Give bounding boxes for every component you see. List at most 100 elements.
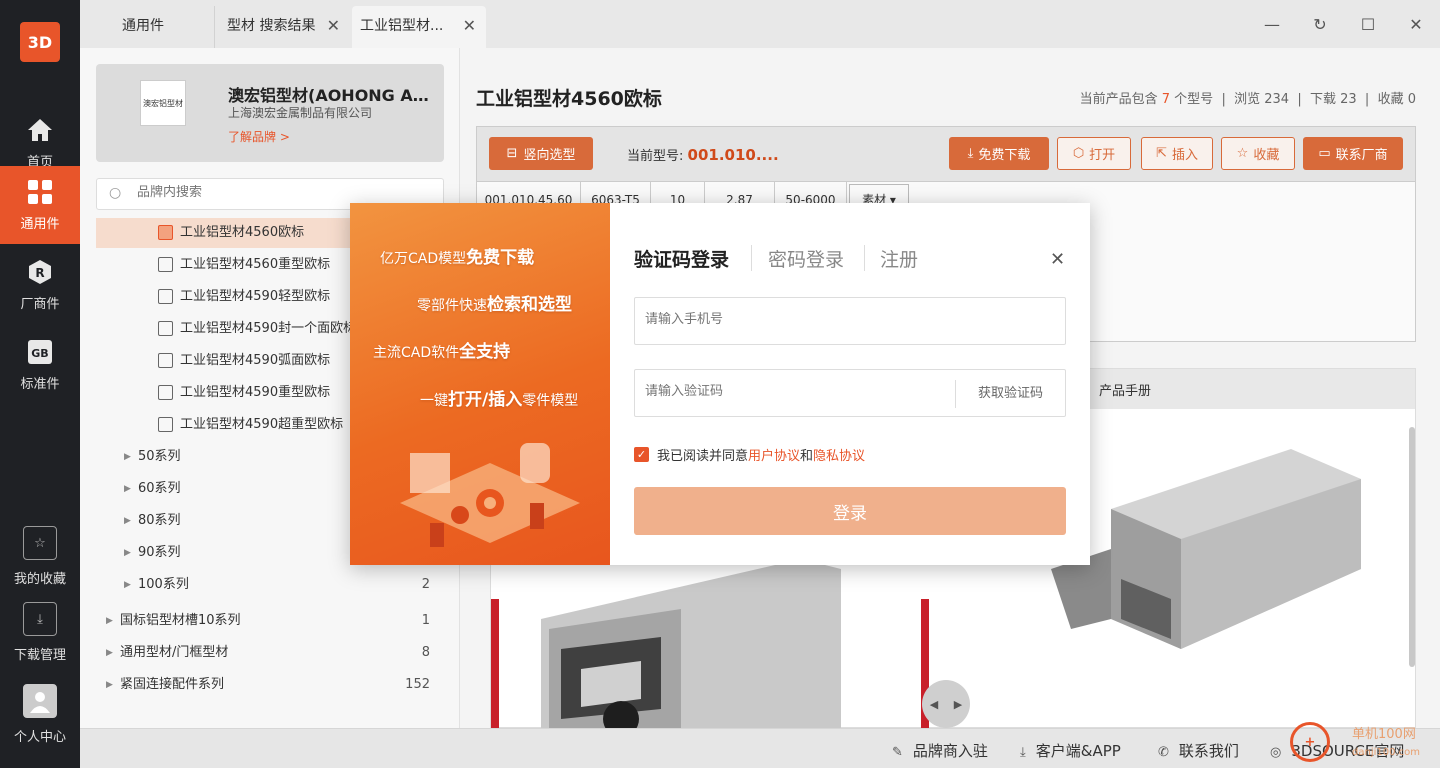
tree-series-item[interactable]: ▶ 100系列 2 xyxy=(96,570,444,600)
tree-group-item[interactable]: ▶ 国标铝型材槽10系列 1 xyxy=(96,606,444,636)
rail-item-standard-parts[interactable]: GB 标准件 xyxy=(0,326,80,404)
expand-arrow-icon[interactable]: ▶ xyxy=(124,506,131,536)
tree-item-label: 工业铝型材4590重型欧标 xyxy=(180,385,331,400)
watermark-logo: + xyxy=(1290,722,1330,762)
tab-product-manual[interactable]: 产品手册 xyxy=(1099,380,1151,399)
chat-icon: ▭ xyxy=(1318,146,1331,161)
tree-item-label: 90系列 xyxy=(138,545,181,560)
user-agreement-link[interactable]: 用户协议 xyxy=(748,445,800,464)
expand-arrow-icon[interactable]: ▶ xyxy=(124,570,131,600)
tab-common-parts[interactable]: 通用件 xyxy=(80,6,214,48)
cube-icon xyxy=(158,289,173,304)
stats-prefix: 当前产品包含 xyxy=(1079,92,1158,107)
expand-arrow-icon[interactable]: ▶ xyxy=(124,442,131,472)
agree-and: 和 xyxy=(800,449,814,464)
next-icon[interactable]: ▶ xyxy=(954,698,962,711)
tree-item-count: 1 xyxy=(421,613,430,628)
current-model-label: 当前型号: xyxy=(627,149,684,164)
get-code-button[interactable]: 获取验证码 xyxy=(955,380,1065,408)
tree-item-label: 国标铝型材槽10系列 xyxy=(120,613,241,628)
tab-register[interactable]: 注册 xyxy=(880,245,918,272)
promo-line: 零部件快速检索和选型 xyxy=(417,295,572,315)
free-download-button[interactable]: ⤓ 免费下载 xyxy=(949,137,1049,170)
expand-arrow-icon[interactable]: ▶ xyxy=(106,606,113,636)
close-icon[interactable]: ✕ xyxy=(327,6,340,46)
preview-scrollbar[interactable] xyxy=(1409,427,1415,667)
insert-icon: ⇱ xyxy=(1156,146,1167,161)
expand-arrow-icon[interactable]: ▶ xyxy=(106,638,113,668)
expand-arrow-icon[interactable]: ▶ xyxy=(106,670,113,700)
svg-text:R: R xyxy=(35,266,44,280)
vertical-select-button[interactable]: ⊟ 竖向选型 xyxy=(489,137,593,170)
favorite-count: 收藏 0 xyxy=(1377,92,1416,107)
refresh-icon[interactable]: ↻ xyxy=(1308,12,1332,36)
app-logo[interactable]: 3D xyxy=(20,22,60,62)
window-close-icon[interactable]: ✕ xyxy=(1404,12,1428,36)
expand-arrow-icon[interactable]: ▶ xyxy=(124,538,131,568)
button-label: 免费下载 xyxy=(978,148,1031,163)
code-field: 获取验证码 xyxy=(634,369,1066,417)
home-icon xyxy=(27,117,53,143)
tree-group-item[interactable]: ▶ 紧固连接配件系列 152 xyxy=(96,670,444,700)
tab-password-login[interactable]: 密码登录 xyxy=(768,245,844,272)
tree-item-label: 工业铝型材4560重型欧标 xyxy=(180,257,331,272)
phone-input[interactable] xyxy=(645,312,945,327)
current-model: 当前型号: 001.010.... xyxy=(627,145,779,164)
rail-item-downloads[interactable]: ⤓ 下载管理 xyxy=(0,602,80,663)
brand-more-link[interactable]: 了解品牌 > xyxy=(228,128,290,145)
view-count: 浏览 234 xyxy=(1234,92,1290,107)
login-dialog: 亿万CAD模型免费下载 零部件快速检索和选型 主流CAD软件全支持 一键打开/插… xyxy=(350,203,1090,565)
open-button[interactable]: ⬡ 打开 xyxy=(1057,137,1131,170)
rail-item-vendor-parts[interactable]: R 厂商件 xyxy=(0,246,80,324)
rail-item-label: 下载管理 xyxy=(13,648,66,663)
stats-models: 个型号 xyxy=(1174,92,1214,107)
contact-vendor-button[interactable]: ▭ 联系厂商 xyxy=(1303,137,1403,170)
rail-item-label: 通用件 xyxy=(20,216,60,232)
tree-item-label: 工业铝型材4590弧面欧标 xyxy=(180,353,331,368)
prev-icon[interactable]: ◀ xyxy=(930,698,938,711)
button-label: 联系厂商 xyxy=(1335,148,1388,163)
promo-line: 一键打开/插入零件模型 xyxy=(420,390,579,410)
close-icon[interactable]: ✕ xyxy=(463,6,476,46)
footer-label: 客户端&APP xyxy=(1035,742,1121,760)
tab-product[interactable]: 工业铝型材... ✕ xyxy=(352,6,486,48)
cube-icon: ⬡ xyxy=(1072,146,1085,161)
product-toolbar: ⊟ 竖向选型 当前型号: 001.010.... ⤓ 免费下载 ⬡ 打开 ⇱ 插… xyxy=(476,126,1416,182)
button-label: 竖向选型 xyxy=(523,148,576,163)
contact-us-link[interactable]: ✆ 联系我们 xyxy=(1158,740,1239,761)
login-button[interactable]: 登录 xyxy=(634,487,1066,535)
carousel-nav[interactable]: ◀ ▶ xyxy=(922,680,970,728)
rail-item-profile[interactable]: 个人中心 xyxy=(0,684,80,745)
isometric-illustration xyxy=(400,443,580,547)
cube-icon xyxy=(158,321,173,336)
cube-icon xyxy=(158,417,173,432)
download-icon: ⤓ xyxy=(23,602,57,636)
expand-arrow-icon[interactable]: ▶ xyxy=(124,474,131,504)
agree-checkbox[interactable]: ✓ xyxy=(634,447,649,462)
cube-icon xyxy=(158,225,173,240)
login-form: 验证码登录 密码登录 注册 ✕ 获取验证码 ✓ 我已阅读并同意用户协议和隐私协议… xyxy=(610,203,1090,565)
rail-item-label: 个人中心 xyxy=(13,730,66,745)
insert-button[interactable]: ⇱ 插入 xyxy=(1141,137,1213,170)
client-app-link[interactable]: ⤓ 客户端&APP xyxy=(1020,740,1121,761)
grid-icon xyxy=(27,179,53,205)
minimize-icon[interactable]: — xyxy=(1260,12,1284,36)
privacy-policy-link[interactable]: 隐私协议 xyxy=(813,445,865,464)
tab-search-results[interactable]: 型材 搜索结果 ✕ xyxy=(214,6,350,48)
brand-logo[interactable]: 澳宏铝型材 xyxy=(140,80,186,126)
code-input[interactable] xyxy=(645,384,925,399)
rail-item-label: 我的收藏 xyxy=(13,572,66,587)
tree-item-count: 152 xyxy=(405,677,430,692)
rail-item-common-parts[interactable]: 通用件 xyxy=(0,166,80,244)
brand-search-input[interactable] xyxy=(137,185,427,200)
tab-sms-login[interactable]: 验证码登录 xyxy=(634,245,729,272)
tree-group-item[interactable]: ▶ 通用型材/门框型材 8 xyxy=(96,638,444,668)
brand-join-link[interactable]: ✎ 品牌商入驻 xyxy=(892,740,988,761)
maximize-icon[interactable]: ☐ xyxy=(1356,12,1380,36)
rail-item-favorites[interactable]: ☆ 我的收藏 xyxy=(0,526,80,587)
close-icon[interactable]: ✕ xyxy=(1050,249,1065,270)
left-rail: 3D 首页 通用件 R 厂商件 GB 标准件 ☆ 我的收藏 ⤓ 下载管理 个人中… xyxy=(0,0,80,768)
favorite-button[interactable]: ☆ 收藏 xyxy=(1221,137,1295,170)
tab-label: 通用件 xyxy=(122,18,164,34)
tree-item-label: 50系列 xyxy=(138,449,181,464)
